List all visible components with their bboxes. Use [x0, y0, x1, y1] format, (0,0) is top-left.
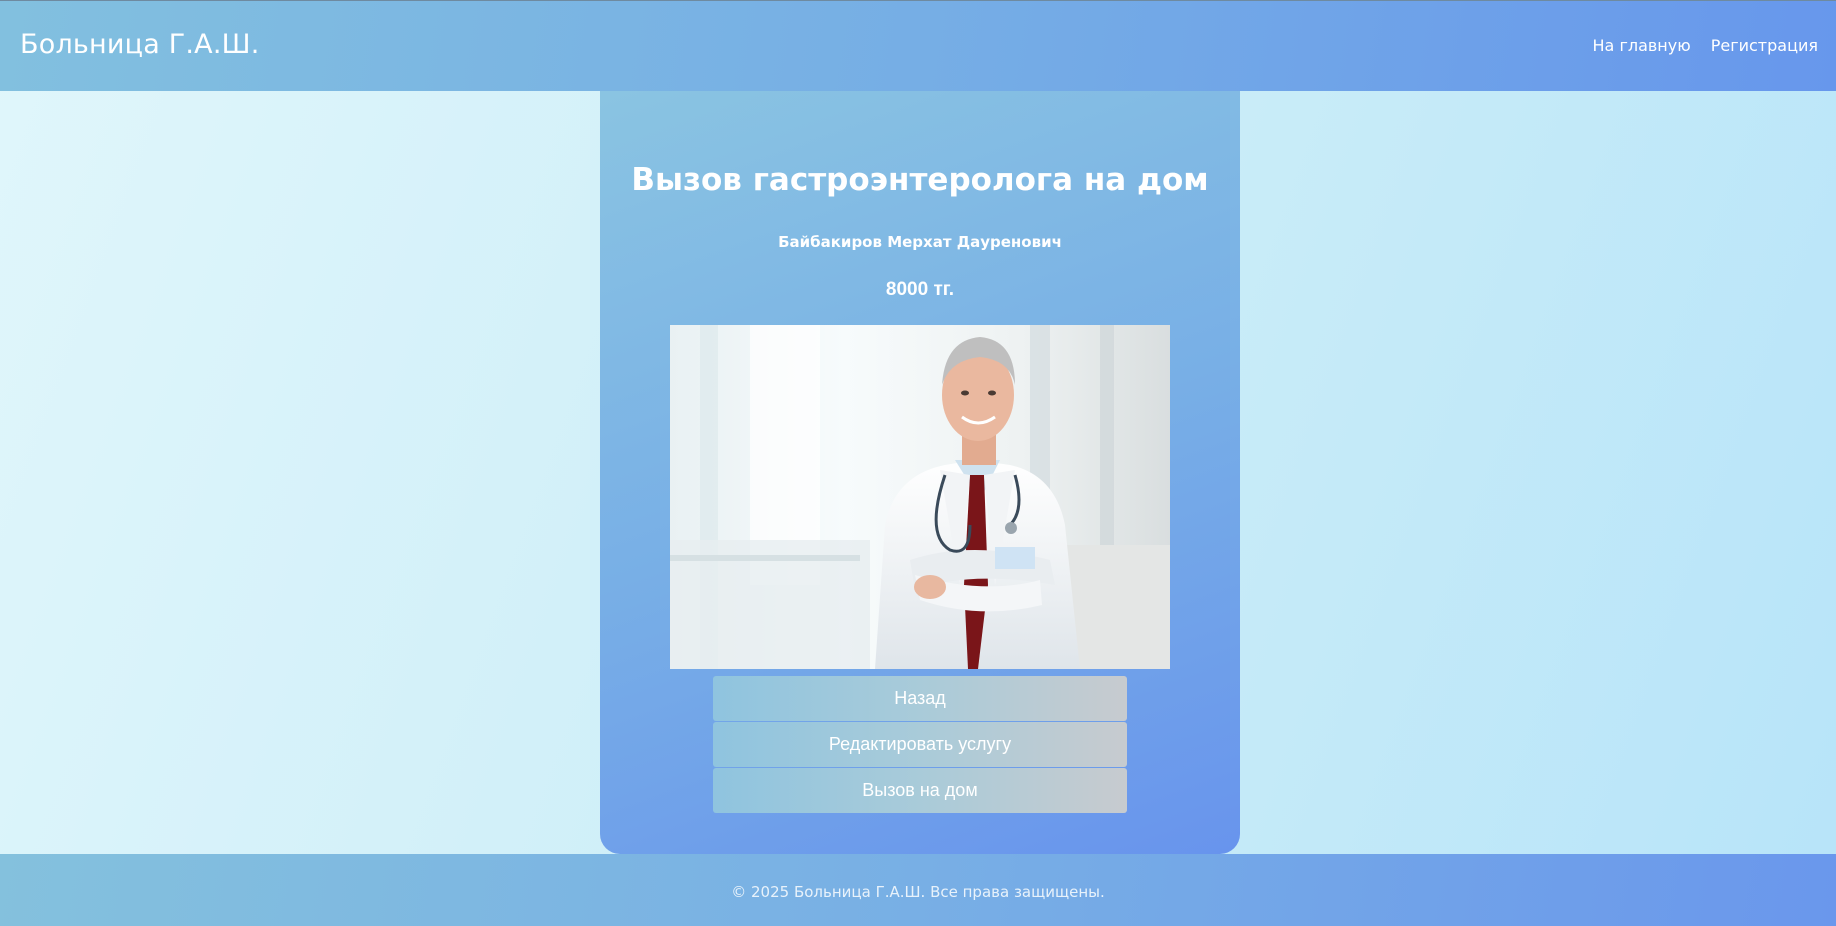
- nav-home-link[interactable]: На главную: [1593, 36, 1691, 55]
- edit-service-button[interactable]: Редактировать услугу: [713, 722, 1127, 767]
- doctor-photo-illustration: [670, 325, 1170, 669]
- site-header: Больница Г.А.Ш. На главную Регистрация: [0, 0, 1836, 91]
- service-price: 8000 тг.: [885, 279, 955, 300]
- nav-register-link[interactable]: Регистрация: [1711, 36, 1818, 55]
- service-card: Вызов гастроэнтеролога на дом Байбакиров…: [600, 91, 1240, 854]
- service-title: Вызов гастроэнтеролога на дом: [631, 162, 1209, 198]
- doctor-name: Байбакиров Мерхат Дауренович: [778, 233, 1062, 251]
- footer-copyright: © 2025 Больница Г.А.Ш. Все права защищен…: [731, 883, 1105, 901]
- site-footer: © 2025 Больница Г.А.Ш. Все права защищен…: [0, 854, 1836, 926]
- main-nav: На главную Регистрация: [1593, 36, 1818, 55]
- back-button[interactable]: Назад: [713, 676, 1127, 721]
- doctor-photo: [670, 325, 1170, 669]
- brand-title[interactable]: Больница Г.А.Ш.: [20, 29, 259, 60]
- home-call-button[interactable]: Вызов на дом: [713, 768, 1127, 813]
